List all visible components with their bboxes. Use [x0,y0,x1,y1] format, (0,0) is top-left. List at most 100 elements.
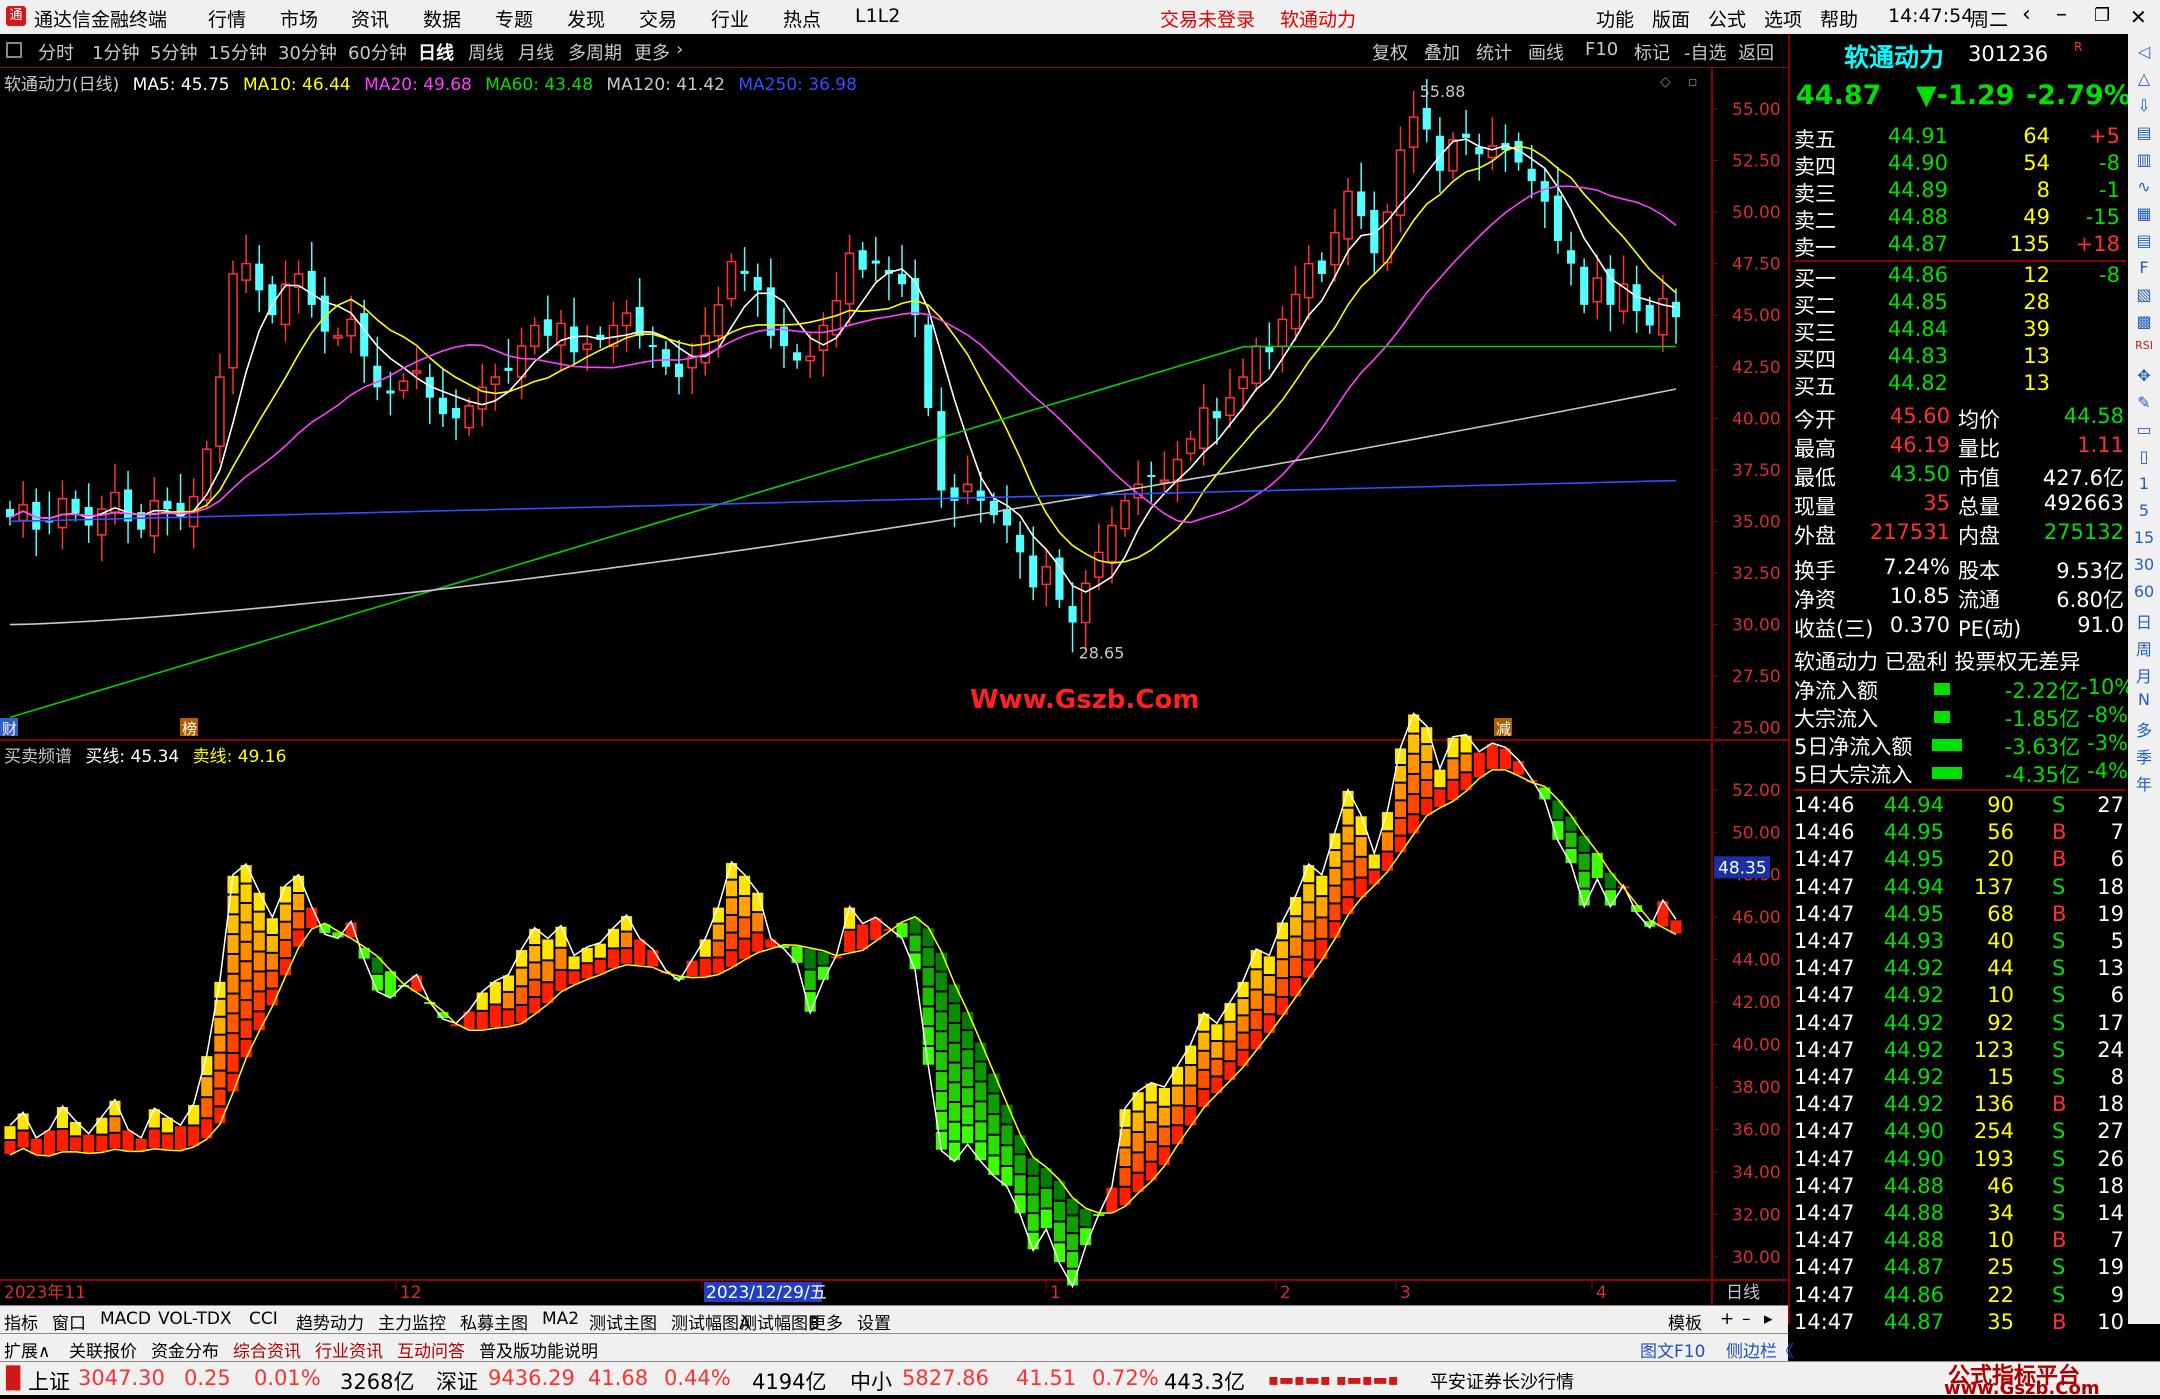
side-switch-0[interactable]: 图文F10 [1640,1337,1705,1362]
login-status[interactable]: 交易未登录 [1160,5,1255,32]
menu-hot[interactable]: 热点 [783,5,821,32]
side-tool-13[interactable]: ✎ [2132,393,2156,419]
menu-data[interactable]: 数据 [423,5,461,32]
side-switch-1[interactable]: 侧边栏《 [1726,1337,1794,1362]
indicator-tab-12[interactable]: 更多 [809,1309,843,1334]
indicator-tab-13[interactable]: 设置 [857,1309,891,1334]
side-tool-11[interactable]: RSI [2132,339,2156,365]
menu-discover[interactable]: 发现 [567,5,605,32]
btn-biaoji[interactable]: 标记 [1634,39,1670,65]
side-switch-3[interactable]: 价 [1838,1337,1855,1362]
side-tool-5[interactable]: ∿ [2132,177,2156,203]
close-icon[interactable]: ✕ [2130,5,2147,29]
side-tool-26[interactable]: 季 [2132,744,2156,770]
period-multi[interactable]: 多周期 [568,39,622,65]
side-switch-5[interactable]: 势 [1918,1337,1935,1362]
indicator-tab-1[interactable]: 窗口 [52,1309,86,1334]
broker-name[interactable]: 平安证券长沙行情 [1430,1368,1574,1394]
indicator-tab-8[interactable]: MA2 [542,1309,579,1329]
side-tool-20[interactable]: 60 [2132,582,2156,608]
template-button[interactable]: 模板 [1668,1309,1702,1334]
menu-topic[interactable]: 专题 [495,5,533,32]
info-tab-2[interactable]: 资金分布 [151,1337,219,1362]
sz-name[interactable]: 深证 [436,1366,478,1396]
collapse-icon[interactable] [6,42,22,58]
info-tab-0[interactable]: 扩展∧ [4,1337,50,1362]
indicator-tab-7[interactable]: 私募主图 [460,1309,528,1334]
menu-trade[interactable]: 交易 [639,5,677,32]
period-5min[interactable]: 5分钟 [150,39,197,65]
btn-f10[interactable]: F10 [1585,39,1618,60]
side-tool-8[interactable]: F [2132,258,2156,284]
info-tab-1[interactable]: 关联报价 [69,1337,137,1362]
side-tool-0[interactable]: ◁ [2132,42,2156,68]
zoom-in-icon[interactable]: + [1720,1309,1734,1329]
sh-name[interactable]: 上证 [28,1366,70,1396]
side-switch-4[interactable]: 细 [1878,1337,1895,1362]
btn-tongji[interactable]: 统计 [1476,39,1512,65]
menu-formula[interactable]: 公式 [1708,5,1746,32]
menu-news[interactable]: 资讯 [351,5,389,32]
menu-industry[interactable]: 行业 [711,5,749,32]
info-tab-4[interactable]: 行业资讯 [315,1337,383,1362]
side-tool-2[interactable]: ⇩ [2132,96,2156,122]
info-tab-6[interactable]: 普及版功能说明 [479,1337,598,1362]
indicator-tab-9[interactable]: 测试主图 [589,1309,657,1334]
btn-fuquan[interactable]: 复权 [1372,39,1408,65]
period-1min[interactable]: 1分钟 [92,39,139,65]
btn-diejia[interactable]: 叠加 [1424,39,1460,65]
side-tool-24[interactable]: N [2132,690,2156,716]
side-tool-22[interactable]: 周 [2132,636,2156,662]
indicator-tab-10[interactable]: 测试幅图A [671,1309,751,1334]
scroll-right-icon[interactable]: ▸ [1764,1309,1773,1329]
period-15min[interactable]: 15分钟 [208,39,267,65]
indicator-tab-2[interactable]: MACD [100,1309,151,1329]
indicator-tab-3[interactable]: VOL-TDX [158,1309,232,1329]
chart-area[interactable]: 55.88 28.65 Www.Gszb.Com 财 榜 减 55.00 52.50 50.0… [0,68,1788,1305]
indicator-tab-5[interactable]: 趋势动力 [296,1309,364,1334]
btn-back[interactable]: 返回 [1738,39,1774,65]
info-tab-5[interactable]: 互动问答 [397,1337,465,1362]
side-tool-6[interactable]: ▦ [2132,204,2156,230]
menu-layout[interactable]: 版面 [1652,5,1690,32]
restore-icon[interactable]: ❐ [2094,5,2110,26]
zx-name[interactable]: 中小 [850,1366,892,1396]
menu-function[interactable]: 功能 [1596,5,1634,32]
side-tool-9[interactable]: ▧ [2132,285,2156,311]
side-tool-18[interactable]: 15 [2132,528,2156,554]
side-tool-7[interactable]: ▤ [2132,231,2156,257]
menu-market[interactable]: 市场 [280,5,318,32]
side-tool-14[interactable]: ▭ [2132,420,2156,446]
side-tool-10[interactable]: ▩ [2132,312,2156,338]
side-tool-1[interactable]: △ [2132,69,2156,95]
minimize-icon[interactable]: – [2056,2,2067,27]
side-tool-4[interactable]: ▥ [2132,150,2156,176]
side-tool-27[interactable]: 年 [2132,771,2156,797]
indicator-tab-4[interactable]: CCI [249,1309,278,1329]
side-tool-21[interactable]: 日 [2132,609,2156,635]
btn-huaxian[interactable]: 画线 [1528,39,1564,65]
side-tool-16[interactable]: 1 [2132,474,2156,500]
period-monthly[interactable]: 月线 [518,39,554,65]
info-tab-3[interactable]: 综合资讯 [233,1337,301,1362]
side-tool-19[interactable]: 30 [2132,555,2156,581]
zoom-out-icon[interactable]: – [1742,1309,1751,1329]
menu-help[interactable]: 帮助 [1820,5,1858,32]
menu-options[interactable]: 选项 [1764,5,1802,32]
side-tool-17[interactable]: 5 [2132,501,2156,527]
menu-l1l2[interactable]: L1L2 [855,5,900,27]
period-fenshi[interactable]: 分时 [38,39,74,65]
indicator-tab-11[interactable]: 测试幅图B [740,1309,820,1334]
period-30min[interactable]: 30分钟 [278,39,337,65]
menu-hq[interactable]: 行情 [208,5,246,32]
side-tool-23[interactable]: 月 [2132,663,2156,689]
btn-zixuan[interactable]: -自选 [1684,39,1727,65]
side-switch-2[interactable]: 笔 [1798,1337,1815,1362]
indicator-tab-6[interactable]: 主力监控 [378,1309,446,1334]
indicator-tab-0[interactable]: 指标 [4,1309,38,1334]
period-more[interactable]: 更多 [634,39,670,65]
side-tool-15[interactable]: ▯ [2132,447,2156,473]
period-daily[interactable]: 日线 [418,39,454,65]
side-tool-25[interactable]: 多 [2132,717,2156,743]
side-tool-3[interactable]: ▤ [2132,123,2156,149]
